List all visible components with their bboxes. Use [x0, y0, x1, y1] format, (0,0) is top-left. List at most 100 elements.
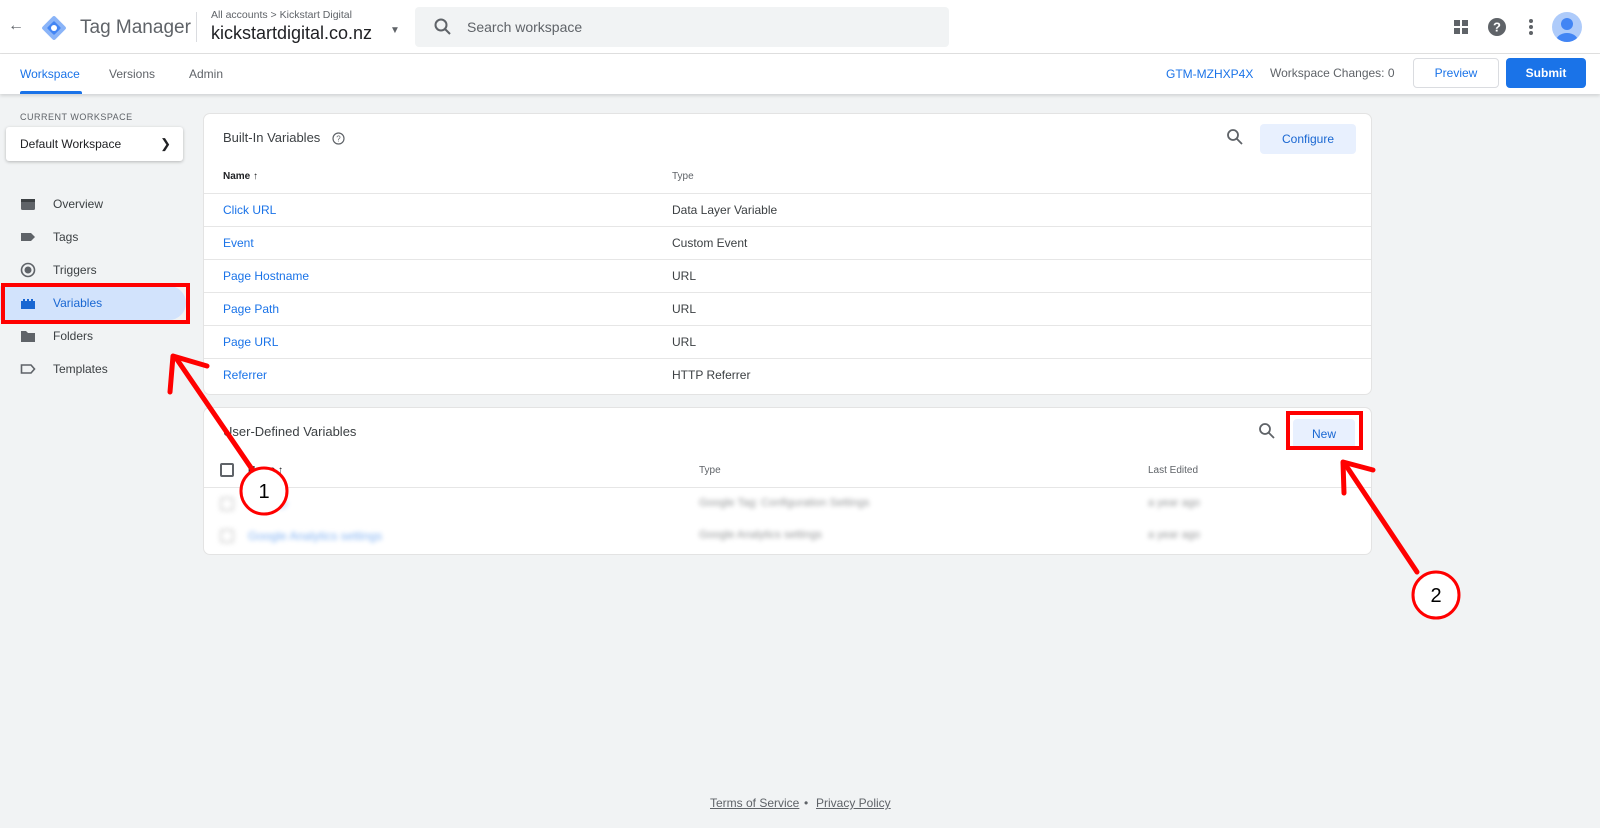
row-checkbox[interactable]	[220, 497, 234, 511]
tag-manager-logo-icon	[42, 16, 66, 40]
help-icon[interactable]: ?	[1486, 16, 1508, 38]
sidebar-item-label: Variables	[53, 296, 103, 310]
sidebar-item-label: Triggers	[53, 263, 97, 277]
chevron-right-icon: ❯	[160, 136, 171, 151]
preview-button[interactable]: Preview	[1413, 58, 1499, 88]
container-id[interactable]: GTM-MZHXP4X	[1166, 67, 1253, 81]
search-input[interactable]	[467, 7, 937, 47]
variable-type: URL	[672, 302, 697, 316]
caret-down-icon[interactable]: ▼	[390, 25, 400, 36]
workspace-name: Default Workspace	[20, 137, 122, 151]
template-icon	[20, 364, 36, 374]
user-defined-variables-title: User-Defined Variables	[223, 424, 357, 439]
help-circle-icon[interactable]: ?	[332, 132, 345, 145]
workspace-changes: Workspace Changes: 0	[1270, 66, 1395, 80]
breadcrumb: All accounts > Kickstart Digital	[211, 9, 352, 21]
search-icon[interactable]	[1258, 422, 1276, 440]
title-divider	[196, 12, 197, 42]
active-tab-indicator	[20, 91, 82, 94]
table-row[interactable]: Page Hostname URL	[204, 259, 1371, 292]
variable-type: Custom Event	[672, 236, 748, 250]
search-icon	[434, 18, 451, 35]
table-row[interactable]: Event Custom Event	[204, 226, 1371, 259]
variable-type: Google Analytics settings	[699, 529, 822, 541]
table-row[interactable]: GA4 ID Google Tag: Configuration Setting…	[204, 487, 1371, 520]
variable-name-link[interactable]: Page Hostname	[223, 269, 309, 283]
svg-text:?: ?	[336, 135, 341, 144]
variable-type: URL	[672, 335, 697, 349]
configure-button[interactable]: Configure	[1260, 124, 1356, 154]
column-header-label: Name	[223, 171, 251, 182]
workspace-picker[interactable]: Default Workspace ❯	[6, 127, 183, 161]
back-arrow-icon[interactable]: ←	[6, 16, 26, 36]
trigger-icon	[20, 262, 36, 278]
table-row[interactable]: Google Analytics settings Google Analyti…	[204, 520, 1371, 553]
select-all-checkbox[interactable]	[220, 463, 234, 477]
variable-name-link[interactable]: Page Path	[223, 302, 279, 316]
column-header-name[interactable]: Name ↑	[248, 465, 283, 476]
new-variable-button[interactable]: New	[1293, 419, 1355, 449]
sidebar-item-triggers[interactable]: Triggers	[0, 253, 186, 287]
sidebar-item-label: Templates	[53, 362, 108, 376]
breadcrumb-account[interactable]: Kickstart Digital	[280, 9, 352, 21]
variable-name-link[interactable]: Click URL	[223, 203, 276, 217]
search-icon[interactable]	[1226, 128, 1244, 146]
user-avatar-icon	[1556, 18, 1578, 42]
avatar[interactable]	[1552, 12, 1582, 42]
sidebar-item-label: Tags	[53, 230, 79, 244]
sidebar-item-templates[interactable]: Templates	[0, 352, 186, 386]
tag-icon	[21, 233, 35, 241]
svg-text:?: ?	[1493, 20, 1501, 35]
variable-type: Data Layer Variable	[672, 203, 778, 217]
current-workspace-label: CURRENT WORKSPACE	[20, 112, 133, 122]
column-header-type[interactable]: Type	[672, 171, 694, 182]
variable-name-link[interactable]: Referrer	[223, 368, 267, 382]
table-row[interactable]: Referrer HTTP Referrer	[204, 358, 1371, 391]
column-header-type[interactable]: Type	[699, 465, 721, 476]
variable-name-link[interactable]: Google Analytics settings	[248, 529, 382, 543]
table-row[interactable]: Click URL Data Layer Variable	[204, 193, 1371, 226]
container-selector[interactable]: kickstartdigital.co.nz	[211, 23, 372, 44]
tab-workspace[interactable]: Workspace	[20, 67, 80, 81]
step-2-circle	[1411, 570, 1461, 620]
step-2-label: 2	[1430, 585, 1441, 607]
builtin-variables-card: Built-In Variables ? Configure Name ↑ Ty…	[204, 114, 1371, 394]
variables-icon	[21, 299, 35, 309]
top-bar: ← Tag Manager All accounts > Kickstart D…	[0, 0, 1600, 54]
terms-of-service-link[interactable]: Terms of Service	[710, 796, 799, 810]
sidebar-item-tags[interactable]: Tags	[0, 220, 186, 254]
sidebar-item-overview[interactable]: Overview	[0, 187, 186, 221]
variable-name-link[interactable]: GA4 ID	[248, 497, 287, 511]
column-header-name[interactable]: Name ↑	[223, 171, 258, 182]
workspace-search[interactable]	[415, 7, 949, 47]
tab-admin[interactable]: Admin	[189, 67, 223, 81]
tab-versions[interactable]: Versions	[109, 67, 155, 81]
more-vert-icon[interactable]	[1520, 16, 1542, 38]
sidebar-item-label: Overview	[53, 197, 104, 211]
apps-grid-icon[interactable]	[1450, 16, 1472, 38]
footer-separator: •	[804, 796, 809, 810]
variable-name-link[interactable]: Event	[223, 236, 254, 250]
variable-type: Google Tag: Configuration Settings	[699, 497, 870, 509]
privacy-policy-link[interactable]: Privacy Policy	[816, 796, 891, 810]
column-header-last-edited[interactable]: Last Edited	[1148, 465, 1198, 476]
row-checkbox[interactable]	[220, 529, 234, 543]
sidebar-item-variables[interactable]: Variables	[0, 286, 186, 320]
variable-type: URL	[672, 269, 697, 283]
sub-navigation: Workspace Versions Admin GTM-MZHXP4X Wor…	[0, 54, 1600, 94]
sort-arrow-up-icon: ↑	[253, 171, 259, 182]
submit-button[interactable]: Submit	[1506, 58, 1586, 88]
sidebar-item-label: Folders	[53, 329, 94, 343]
last-edited: a year ago	[1148, 497, 1200, 509]
app-title: Tag Manager	[80, 17, 191, 38]
table-row[interactable]: Page URL URL	[204, 325, 1371, 358]
column-header-label: Name	[248, 465, 276, 476]
folder-icon	[21, 331, 35, 342]
sidebar-item-folders[interactable]: Folders	[0, 319, 186, 353]
breadcrumb-all-accounts[interactable]: All accounts	[211, 9, 268, 21]
last-edited: a year ago	[1148, 529, 1200, 541]
variable-name-link[interactable]: Page URL	[223, 335, 278, 349]
sort-arrow-up-icon: ↑	[278, 465, 284, 476]
table-row[interactable]: Page Path URL	[204, 292, 1371, 325]
breadcrumb-separator: >	[270, 9, 277, 21]
